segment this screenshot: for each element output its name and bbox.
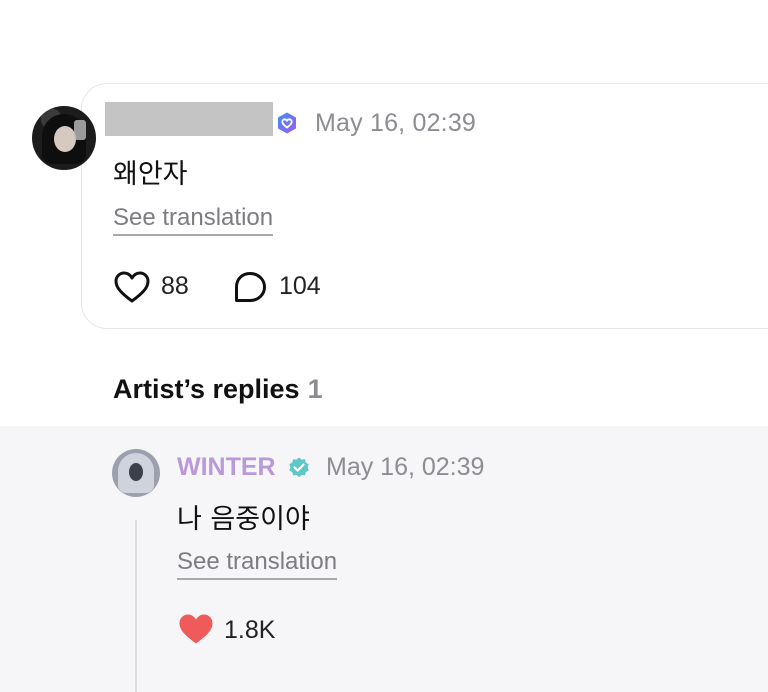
- artist-replies-title: Artist’s replies: [113, 374, 300, 404]
- verified-badge-icon: [289, 457, 309, 478]
- post-timestamp: May 16, 02:39: [315, 109, 477, 137]
- reply-timestamp: May 16, 02:39: [326, 453, 485, 481]
- artist-avatar-face: [129, 463, 143, 481]
- see-translation-link[interactable]: See translation: [113, 204, 274, 236]
- comment-count: 104: [279, 272, 321, 300]
- reply-body-text: 나 음중이야: [177, 504, 310, 535]
- artist-replies-count: 1: [307, 374, 323, 404]
- heart-filled-icon[interactable]: [177, 612, 215, 646]
- avatar-glass: [74, 120, 86, 140]
- redacted-username: [105, 102, 273, 136]
- post-body-text: 왜안자: [113, 159, 188, 190]
- user-avatar[interactable]: [32, 106, 96, 170]
- thread-line: [135, 520, 137, 692]
- comment-bubble-icon[interactable]: [232, 270, 268, 304]
- reply-see-translation-link[interactable]: See translation: [177, 548, 338, 580]
- member-badge-icon: [278, 112, 296, 134]
- artist-replies-heading: Artist’s replies 1: [113, 374, 323, 405]
- artist-name[interactable]: WINTER: [177, 453, 276, 482]
- avatar-face: [54, 126, 76, 152]
- like-count: 88: [161, 272, 189, 300]
- artist-avatar[interactable]: [112, 449, 160, 497]
- heart-outline-icon[interactable]: [113, 270, 151, 304]
- reply-like-count: 1.8K: [224, 616, 276, 644]
